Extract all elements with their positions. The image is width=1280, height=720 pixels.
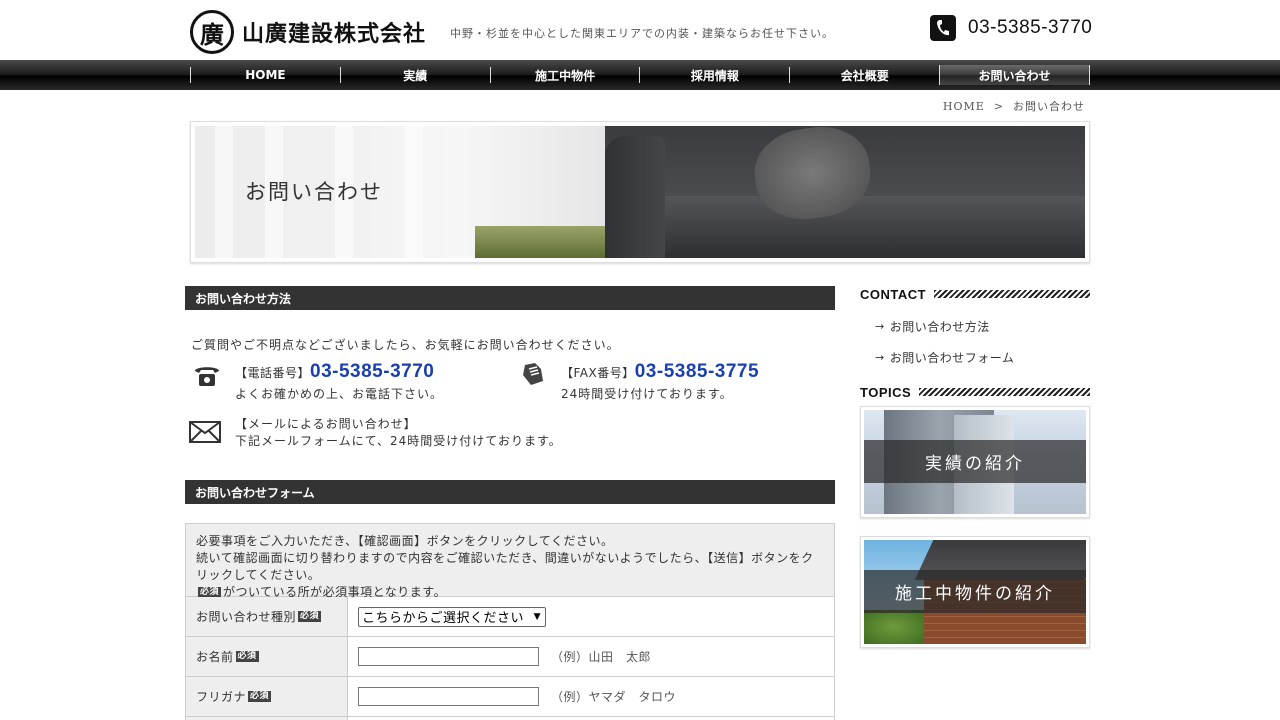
tagline: 中野・杉並を中心とした関東エリアでの内装・建築ならお任せ下さい。 [450,27,834,40]
telephone-icon [193,363,221,389]
name-input[interactable] [358,647,539,666]
topic-in-progress-label: 施工中物件の紹介 [864,570,1086,613]
logo-mark: 廣 [190,10,234,54]
kana-label: フリガナ [196,690,247,704]
tel-number[interactable]: 03-5385-3770 [310,361,434,382]
form-row-type: お問い合わせ種別 必須 こちらからご選択ください ▼ [186,596,834,636]
topics-heading: TOPICS [860,384,1090,400]
topic-works-label: 実績の紹介 [864,440,1086,483]
fax-label: 【FAX番号】 [561,366,635,380]
tel-block: 【電話番号】03-5385-3770 よくお確かめの上、お電話下さい。 [235,361,443,402]
method-intro: ご質問やご不明点などございましたら、お気軽にお問い合わせください。 [191,338,620,352]
name-example: （例）山田 太郎 [551,650,652,664]
method-heading: お問い合わせ方法 [185,286,835,310]
heading-stripe [934,290,1090,298]
name-label-cell: お名前 必須 [186,637,348,676]
main-content: お問い合わせ方法 ご質問やご不明点などございましたら、お気軽にお問い合わせくださ… [185,286,835,504]
phone-icon [930,15,956,41]
nav-recruit[interactable]: 採用情報 [639,67,789,83]
type-label: お問い合わせ種別 [196,610,297,624]
mail-note: 下記メールフォームにて、24時間受け付けております。 [235,434,562,448]
kana-example: （例）ヤマダ タロウ [551,690,677,704]
nav-home[interactable]: HOME [190,67,340,83]
form-heading: お問い合わせフォーム [185,480,835,504]
required-badge: 必須 [298,611,322,622]
mail-icon [189,421,221,447]
tel-label: 【電話番号】 [235,366,311,380]
contact-heading: CONTACT [860,286,1090,302]
type-label-cell: お問い合わせ種別 必須 [186,597,348,636]
contact-heading-text: CONTACT [860,286,927,302]
site-header: 廣 山廣建設株式会社 中野・杉並を中心とした関東エリアでの内装・建築ならお任せ下… [0,0,1280,60]
works-image: 実績の紹介 [864,410,1086,514]
nav-company[interactable]: 会社概要 [789,67,939,83]
breadcrumb-home[interactable]: HOME [943,100,985,113]
arrow-right-icon: → [875,351,885,364]
topic-in-progress-banner[interactable]: 施工中物件の紹介 [860,536,1090,648]
header-phone: 03-5385-3770 [930,15,1092,41]
required-badge: 必須 [235,651,259,662]
fax-number: 03-5385-3775 [634,361,760,382]
mail-block: 【メールによるお問い合わせ】 下記メールフォームにて、24時間受け付けております… [235,415,562,449]
form-row-name: お名前 必須 （例）山田 太郎 [186,636,834,676]
page-title: お問い合わせ [245,180,383,204]
sidebar-link-form[interactable]: → お問い合わせフォーム [875,342,1090,373]
fax-icon [519,361,547,387]
fax-note: 24時間受け付けております。 [561,387,733,401]
breadcrumb-current: お問い合わせ [1013,100,1085,113]
sidebar-link-label: お問い合わせフォーム [889,351,1015,365]
site-logo[interactable]: 廣 山廣建設株式会社 [190,10,426,54]
in-progress-image: 施工中物件の紹介 [864,540,1086,644]
company-name: 山廣建設株式会社 [242,21,427,47]
inquiry-type-value: こちらからご選択ください [362,611,525,626]
mail-label: 【メールによるお問い合わせ】 [235,417,417,431]
kana-input[interactable] [358,687,539,706]
breadcrumb-separator: > [993,100,1004,113]
topic-works-banner[interactable]: 実績の紹介 [860,406,1090,518]
arrow-right-icon: → [875,320,885,333]
sidebar: CONTACT → お問い合わせ方法 → お問い合わせフォーム TOPICS 実… [860,286,1090,648]
breadcrumb: HOME > お問い合わせ [0,98,1085,114]
heading-stripe [919,388,1090,396]
tel-note: よくお確かめの上、お電話下さい。 [235,387,444,401]
form-row-next [186,716,834,720]
global-nav: HOME 実績 施工中物件 採用情報 会社概要 お問い合わせ [0,60,1280,90]
inquiry-type-select[interactable]: こちらからご選択ください ▼ [358,606,546,627]
topics-heading-text: TOPICS [860,384,912,400]
nav-in-progress[interactable]: 施工中物件 [489,67,640,83]
required-badge: 必須 [248,691,272,702]
nav-contact[interactable]: お問い合わせ [939,65,1090,85]
sidebar-link-method[interactable]: → お問い合わせ方法 [875,311,1090,342]
banner-image: お問い合わせ [195,126,1085,258]
contact-methods: 【電話番号】03-5385-3770 よくお確かめの上、お電話下さい。 【FAX… [185,353,835,473]
kana-label-cell: フリガナ 必須 [186,677,348,716]
header-phone-number: 03-5385-3770 [968,17,1093,38]
fax-block: 【FAX番号】03-5385-3775 24時間受け付けております。 [561,361,759,402]
contact-form: 必要事項をご入力いただき、【確認画面】ボタンをクリックしてください。 続いて確認… [185,523,835,720]
form-note-line2: 続いて確認画面に切り替わりますので内容をご確認いただき、間違いがないようでしたら… [196,551,814,582]
page-banner: お問い合わせ [190,121,1090,263]
chevron-down-icon: ▼ [533,611,541,622]
nav-works[interactable]: 実績 [339,67,490,83]
form-note-line1: 必要事項をご入力いただき、【確認画面】ボタンをクリックしてください。 [196,534,614,548]
form-instructions: 必要事項をご入力いただき、【確認画面】ボタンをクリックしてください。 続いて確認… [186,524,834,599]
form-row-kana: フリガナ 必須 （例）ヤマダ タロウ [186,676,834,716]
name-label: お名前 [196,650,234,664]
sidebar-link-label: お問い合わせ方法 [889,320,990,334]
